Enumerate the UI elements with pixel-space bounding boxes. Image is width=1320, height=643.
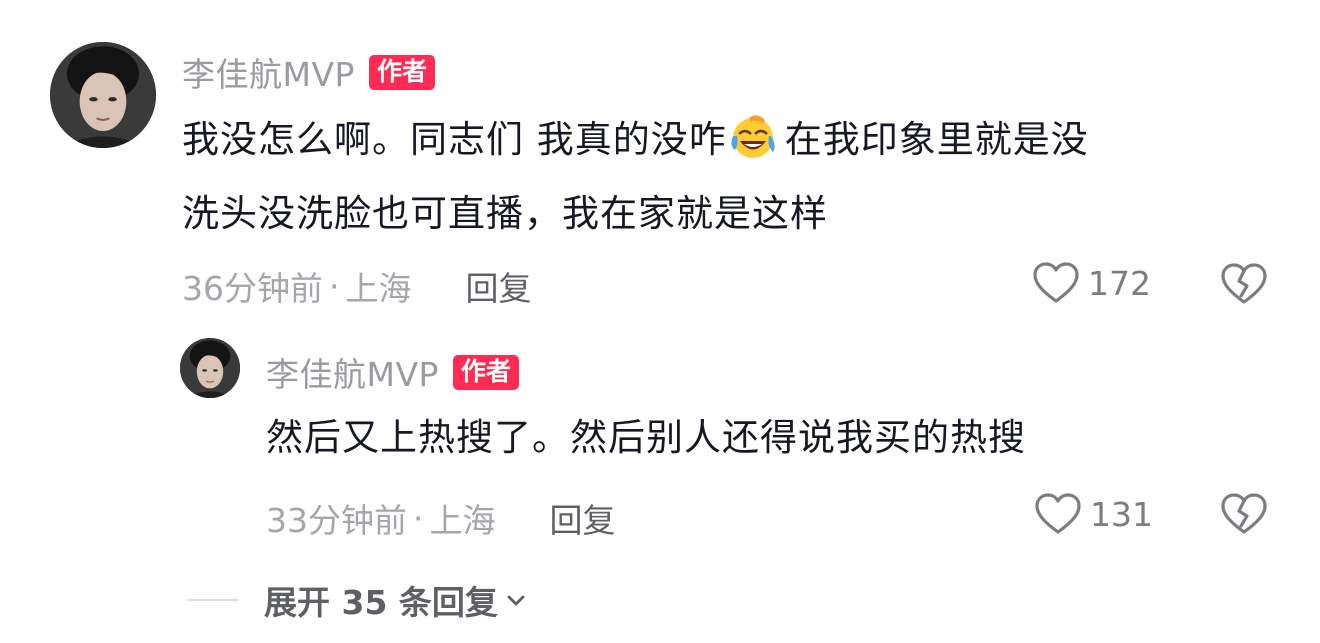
reply-location: 上海 — [429, 501, 496, 540]
like-count: 172 — [1088, 263, 1151, 303]
comment-time: 36分钟前 — [182, 269, 323, 308]
broken-heart-icon[interactable] — [1220, 492, 1268, 536]
like-button[interactable]: 172 — [1032, 261, 1151, 305]
reply-button[interactable]: 回复 — [550, 494, 616, 542]
username[interactable]: 李佳航MVP — [182, 48, 355, 96]
like-button[interactable]: 131 — [1034, 492, 1153, 536]
author-badge: 作者 — [452, 354, 519, 390]
comment-text-line-2: 洗头没洗脸也可直播，我在家就是这样 — [182, 192, 828, 235]
avatar-image — [180, 338, 240, 398]
expand-replies-label[interactable]: 展开 35 条回复 — [264, 576, 498, 624]
author-badge: 作者 — [368, 54, 435, 90]
comment-location: 上海 — [345, 269, 412, 308]
meta-separator: · — [413, 498, 424, 538]
laughing-crying-face-icon — [731, 115, 775, 158]
reply-meta: 33分钟前 · 上海 回复 — [266, 494, 616, 542]
avatar[interactable] — [180, 338, 240, 398]
broken-heart-icon[interactable] — [1220, 262, 1268, 306]
meta-separator: · — [329, 266, 340, 306]
reply-header: 李佳航MVP 作者 — [266, 348, 519, 396]
reply-text-line-1: 然后又上热搜了。然后别人还得说我买的热搜 — [266, 416, 1026, 459]
reply-button[interactable]: 回复 — [466, 262, 532, 310]
divider — [188, 599, 238, 601]
comment-header: 李佳航MVP 作者 — [182, 48, 435, 96]
comment-meta: 36分钟前 · 上海 回复 — [182, 262, 532, 310]
expand-replies[interactable]: 展开 35 条回复 — [188, 576, 528, 624]
comment-text-part-2: 在我印象里就是没 — [784, 118, 1089, 161]
comment-text-part-1: 我没怎么啊。同志们 我真的没咋 — [182, 118, 727, 161]
comment-text: 我没怎么啊。同志们 我真的没咋 在我印象里就是没 洗头没洗脸也可直播，我在家就是… — [182, 114, 1089, 238]
username[interactable]: 李佳航MVP — [266, 348, 439, 396]
avatar-image — [50, 42, 156, 148]
like-count: 131 — [1090, 494, 1153, 534]
heart-icon — [1033, 262, 1079, 303]
reply-time: 33分钟前 — [266, 501, 407, 540]
comment-text-line-1: 我没怎么啊。同志们 我真的没咋 在我印象里就是没 — [182, 114, 1089, 164]
chevron-down-icon — [507, 595, 525, 606]
reply-text: 然后又上热搜了。然后别人还得说我买的热搜 — [266, 414, 1026, 462]
heart-icon — [1035, 493, 1081, 534]
avatar[interactable] — [50, 42, 156, 148]
